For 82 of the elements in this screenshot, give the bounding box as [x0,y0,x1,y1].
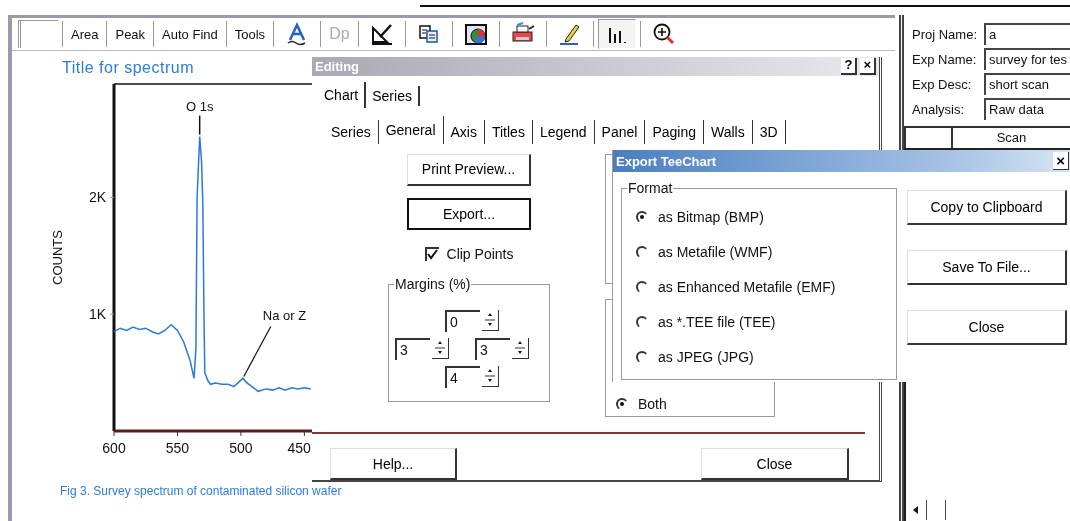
spin-button[interactable] [482,310,499,332]
field-label: Proj Name: [912,26,979,42]
tab[interactable]: Axis [443,119,485,144]
action-button[interactable]: Print Preview... [407,153,531,186]
spin-button[interactable] [482,366,499,388]
close-button[interactable]: × [1053,152,1069,170]
number-field[interactable]: 3 [395,337,430,360]
toolbar-button[interactable]: Peak [111,24,150,44]
tab[interactable]: Chart [318,81,367,108]
tab[interactable]: Walls [704,119,753,144]
peak-label: Na or Z [262,308,307,324]
figure-caption: Fig 3. Survey spectrum of contaminated silicon wafer [60,484,342,498]
pie-chart-icon [463,22,488,46]
toolbar-button[interactable]: Auto Find [158,24,222,44]
dialog-button[interactable]: Copy to Clipboard [907,190,1067,225]
triangle-ruler-icon [369,22,394,46]
radio-label: Both [638,395,667,412]
column-header[interactable]: Scan [953,128,1070,148]
radio-label: as Metafile (WMF) [658,244,773,260]
spin-button[interactable] [432,338,449,360]
checkbox-label: Clip Points [446,245,514,262]
radio-label: as Enhanced Metafile (EMF) [658,279,836,295]
tab[interactable]: General [378,115,444,144]
close-button[interactable]: × [860,57,876,75]
toolbar-button[interactable]: Tools [230,24,270,44]
group-title: Format [627,180,674,196]
dialog-button[interactable]: Close [907,310,1067,345]
radio-label: as *.TEE file (TEE) [658,314,776,330]
peak-label: O 1s [185,98,214,114]
spin-button[interactable] [512,338,529,360]
dialog-button[interactable]: Help... [330,448,457,480]
tab[interactable]: Titles [484,119,533,144]
number-field[interactable]: 0 [445,309,480,332]
y-axis-label: COUNTS [50,230,65,285]
help-button[interactable]: ? [841,57,858,75]
pencil-icon [557,22,582,46]
tab[interactable]: Legend [532,119,595,144]
toolbar-button[interactable]: Area [67,24,103,44]
tab[interactable]: Paging [645,119,704,144]
checkbox[interactable] [424,246,439,261]
field-label: Exp Desc: [912,76,973,92]
x-tick-label: 500 [229,440,253,456]
radio-button[interactable] [636,316,648,328]
x-tick-label: 450 [287,440,311,456]
zoom-icon [651,22,676,46]
dialog-title: Export TeeChart [616,153,718,169]
number-field[interactable]: 3 [475,337,510,360]
radio-label: as JPEG (JPG) [658,349,754,365]
y-tick-label: 1K [88,306,106,323]
leader-line [198,114,201,136]
radio-button[interactable] [636,281,648,293]
toolbar-grip[interactable] [18,20,58,48]
leader-line [243,325,272,378]
field-label: Analysis: [912,101,966,117]
dialog-button[interactable]: Close [701,448,849,480]
copy-icon [416,22,441,46]
bar-chart-button[interactable] [597,19,636,49]
text-field[interactable]: short scan [984,73,1070,95]
chart-title: Title for spectrum [62,59,194,78]
tab[interactable]: Series [366,85,420,106]
number-field[interactable]: 4 [445,365,480,388]
scroll-thumb[interactable] [926,500,946,520]
radio-button[interactable] [636,246,648,258]
radio-label: as Bitmap (BMP) [658,209,764,225]
text-field[interactable]: survey for tes [984,48,1070,70]
text-field[interactable]: Raw data [984,98,1070,120]
x-tick-label: 600 [102,440,126,456]
tab[interactable]: 3D [752,119,786,144]
radio-button[interactable] [636,351,648,363]
text-field[interactable]: a [984,23,1070,45]
radio-button[interactable] [616,397,628,410]
x-tick-label: 550 [165,440,190,456]
y-tick-label: 2K [88,189,106,206]
tab[interactable]: Panel [594,119,646,144]
action-button[interactable]: Export... [407,197,531,230]
dialog-button[interactable]: Save To File... [907,250,1067,285]
dialog-title: Editing [315,58,361,74]
field-label: Exp Name: [912,51,978,67]
tab[interactable]: Series [324,119,379,144]
group-title: Margins (%) [394,275,472,292]
scroll-left-icon[interactable] [912,505,920,515]
radio-button[interactable] [636,211,648,223]
